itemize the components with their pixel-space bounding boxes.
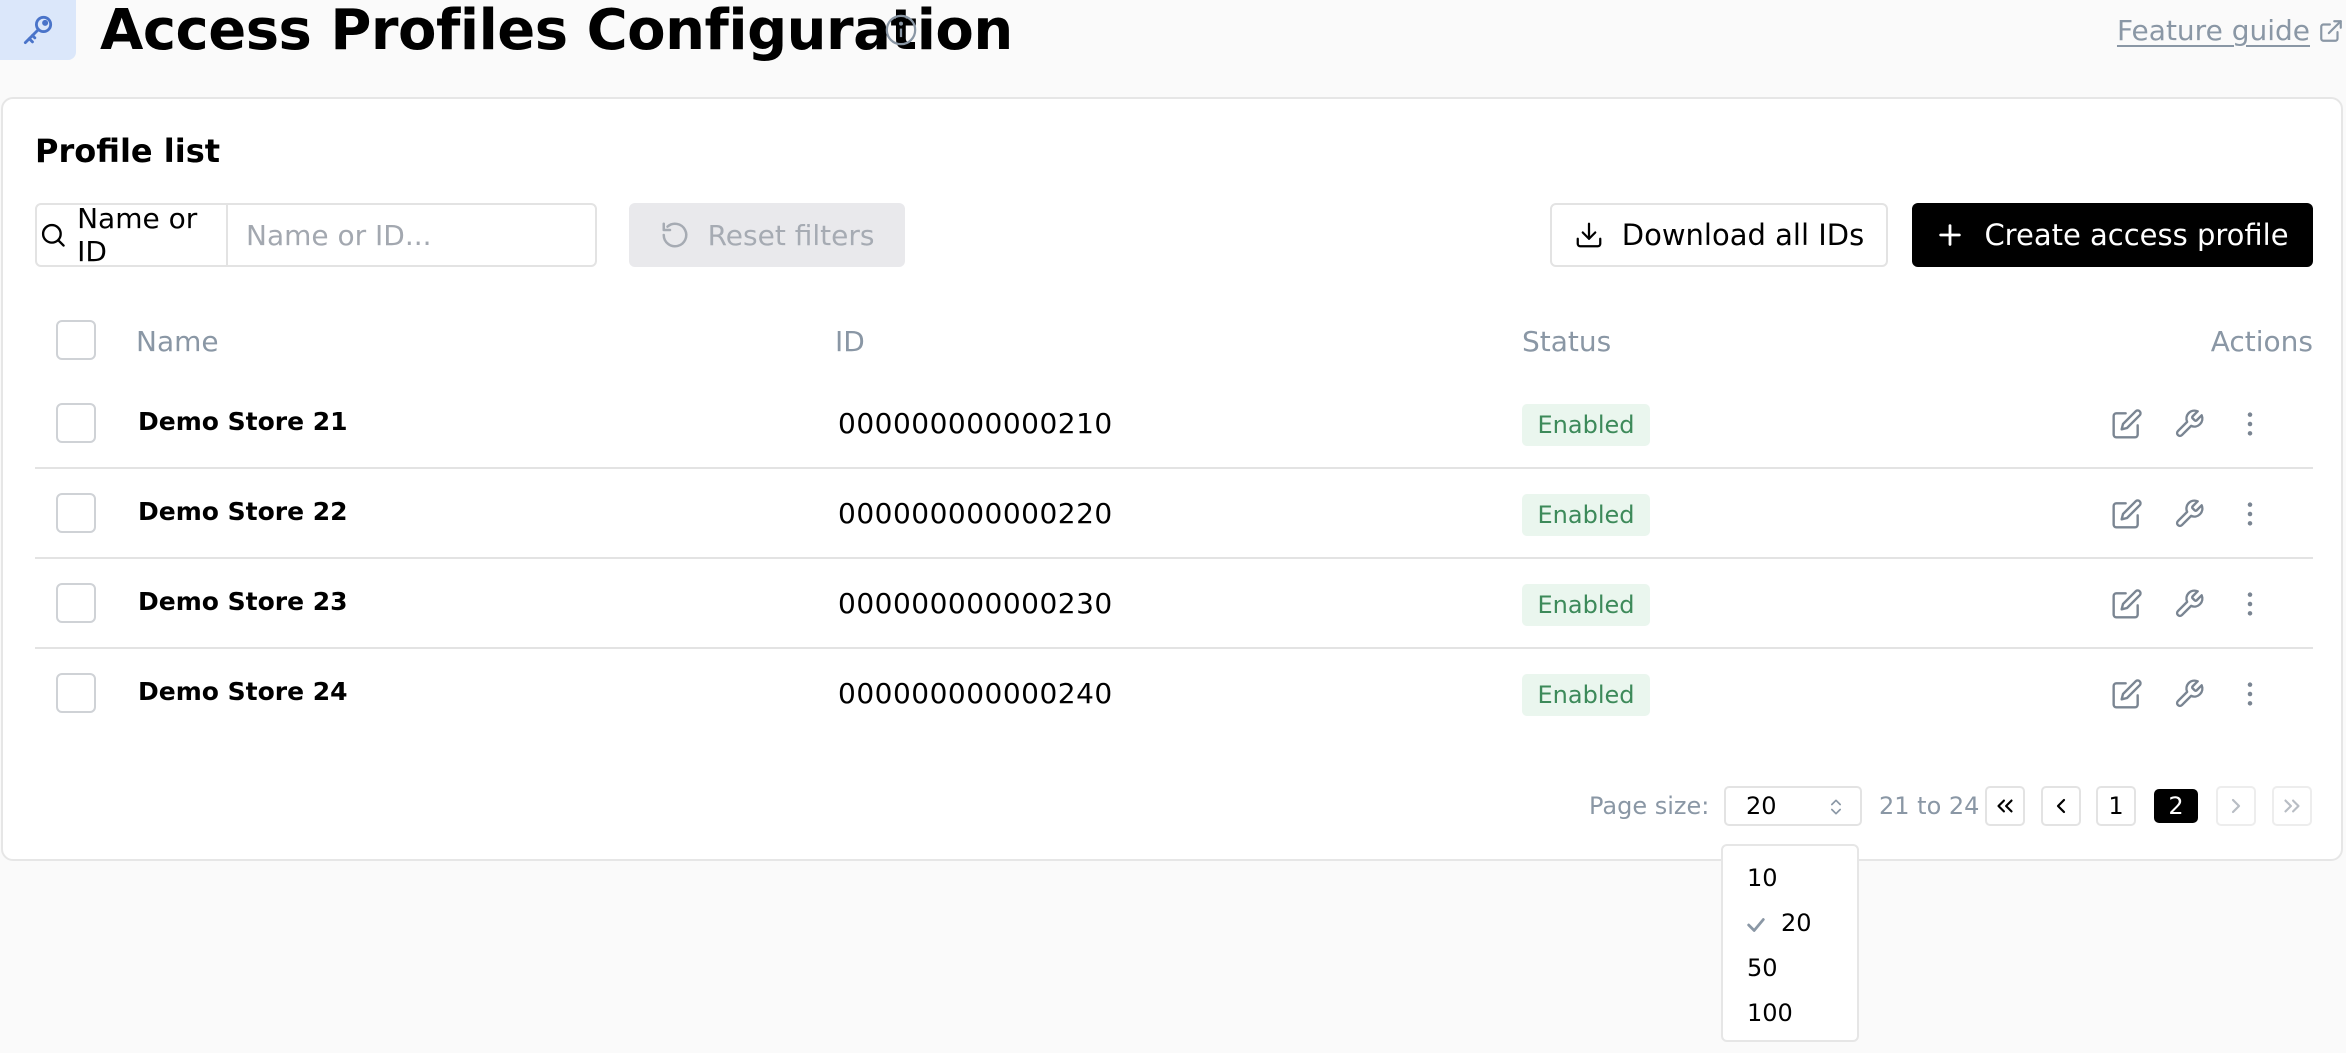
more-options-icon[interactable]: [2232, 676, 2268, 712]
card-title: Profile list: [35, 132, 221, 170]
reset-icon: [662, 222, 688, 248]
wrench-icon[interactable]: [2171, 406, 2207, 442]
create-access-profile-label: Create access profile: [1984, 218, 2289, 252]
page-size-label: Page size:: [1589, 792, 1710, 820]
column-header-actions: Actions: [2210, 325, 2313, 358]
column-header-name[interactable]: Name: [136, 325, 219, 358]
next-page-button[interactable]: [2216, 786, 2256, 826]
profile-list-card: Profile list Name or ID Reset filters Do…: [1, 97, 2343, 861]
last-page-button[interactable]: [2272, 786, 2312, 826]
wrench-icon[interactable]: [2171, 586, 2207, 622]
column-header-id[interactable]: ID: [835, 325, 865, 358]
download-icon: [1576, 222, 1602, 248]
status-badge: Enabled: [1522, 584, 1650, 626]
row-checkbox[interactable]: [56, 403, 96, 443]
wrench-icon[interactable]: [2171, 496, 2207, 532]
external-link-icon: [2320, 19, 2342, 42]
profiles-table: Name ID Status Actions Demo Store 21 000…: [35, 299, 2313, 739]
chevron-right-icon: [2231, 798, 2241, 814]
chevron-up-down-icon: [1831, 799, 1841, 815]
more-options-icon[interactable]: [2232, 586, 2268, 622]
search-label: Name or ID: [77, 202, 198, 268]
search-icon: [41, 223, 65, 247]
profile-id: 000000000000220: [838, 497, 1113, 530]
feature-guide-label: Feature guide: [2116, 14, 2310, 47]
download-all-ids-label: Download all IDs: [1621, 218, 1865, 252]
chevrons-right-icon: [2284, 799, 2300, 813]
page-title: Access Profiles Configuration: [100, 0, 1013, 63]
first-page-button[interactable]: [1985, 786, 2025, 826]
chevrons-left-icon: [1997, 799, 2013, 813]
table-row: Demo Store 24 000000000000240 Enabled: [35, 649, 2313, 739]
key-icon: [0, 0, 76, 60]
search-input[interactable]: [228, 205, 595, 265]
previous-page-button[interactable]: [2041, 786, 2081, 826]
status-badge: Enabled: [1522, 494, 1650, 536]
create-access-profile-button[interactable]: Create access profile: [1912, 203, 2313, 267]
profile-id: 000000000000230: [838, 587, 1113, 620]
select-all-checkbox[interactable]: [56, 320, 96, 360]
table-body: Demo Store 21 000000000000210 Enabled De…: [35, 379, 2313, 739]
edit-icon[interactable]: [2109, 676, 2145, 712]
status-badge: Enabled: [1522, 404, 1650, 446]
row-checkbox[interactable]: [56, 673, 96, 713]
table-row: Demo Store 21 000000000000210 Enabled: [35, 379, 2313, 469]
profile-name: Demo Store 24: [138, 677, 348, 706]
download-all-ids-button[interactable]: Download all IDs: [1550, 203, 1888, 267]
page-button-2[interactable]: 2: [2154, 789, 2198, 823]
page-button-1[interactable]: 1: [2096, 786, 2136, 826]
info-icon[interactable]: [884, 13, 918, 47]
profile-name: Demo Store 23: [138, 587, 348, 616]
pagination: Page size: 20 21 to 24 1 2: [3, 786, 2345, 826]
feature-guide-link[interactable]: Feature guide: [2117, 14, 2344, 47]
edit-icon[interactable]: [2109, 406, 2145, 442]
reset-filters-button[interactable]: Reset filters: [629, 203, 905, 267]
table-row: Demo Store 22 000000000000220 Enabled: [35, 469, 2313, 559]
plus-icon: [1939, 224, 1962, 246]
check-icon: [1747, 918, 1765, 932]
chevron-left-icon: [2056, 798, 2066, 814]
wrench-icon[interactable]: [2171, 676, 2207, 712]
more-options-icon[interactable]: [2232, 406, 2268, 442]
table-header: Name ID Status Actions: [35, 299, 2313, 379]
status-badge: Enabled: [1522, 674, 1650, 716]
profile-id: 000000000000210: [838, 407, 1113, 440]
page-size-option-100[interactable]: 100: [1747, 999, 1793, 1027]
page-range: 21 to 24: [1879, 792, 1980, 820]
page-header: Access Profiles Configuration Feature gu…: [0, 0, 2346, 80]
search-field-selector[interactable]: Name or ID: [37, 202, 228, 268]
row-checkbox[interactable]: [56, 493, 96, 533]
table-row: Demo Store 23 000000000000230 Enabled: [35, 559, 2313, 649]
page-size-option-20[interactable]: 20: [1781, 909, 1812, 937]
edit-icon[interactable]: [2109, 496, 2145, 532]
more-options-icon[interactable]: [2232, 496, 2268, 532]
page-size-dropdown: 10 20 50 100: [1721, 844, 1859, 1042]
profile-id: 000000000000240: [838, 677, 1113, 710]
profile-name: Demo Store 21: [138, 407, 348, 436]
page-size-select[interactable]: 20: [1724, 786, 1862, 826]
column-header-status[interactable]: Status: [1522, 325, 1611, 358]
edit-icon[interactable]: [2109, 586, 2145, 622]
page-size-option-10[interactable]: 10: [1747, 864, 1778, 892]
profile-name: Demo Store 22: [138, 497, 348, 526]
page-size-option-50[interactable]: 50: [1747, 954, 1778, 982]
page-size-value: 20: [1746, 792, 1777, 820]
row-checkbox[interactable]: [56, 583, 96, 623]
search-group: Name or ID: [35, 202, 597, 268]
reset-filters-label: Reset filters: [707, 218, 875, 252]
